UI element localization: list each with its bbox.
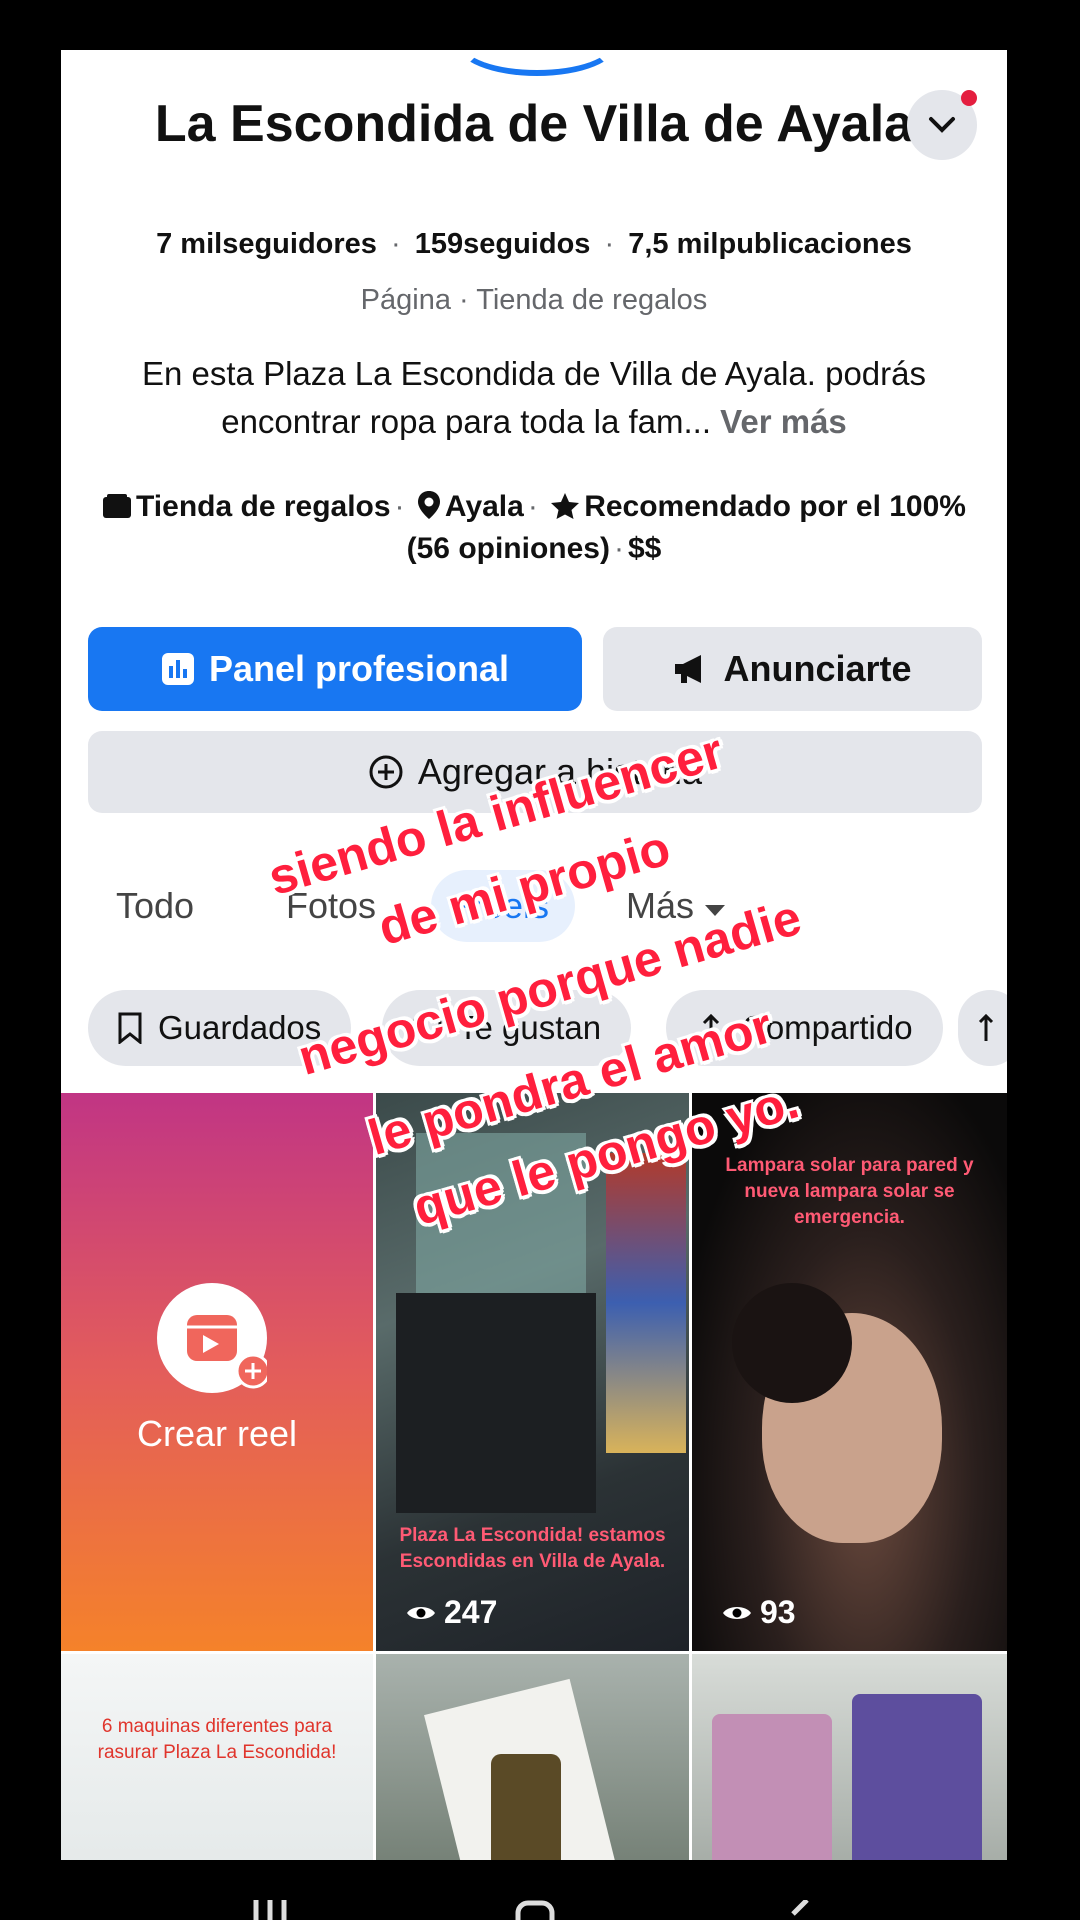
person-hair [732,1283,852,1403]
view-count-value: 93 [760,1594,796,1630]
profile-avatar-edge[interactable] [456,50,618,76]
sort-icon [978,1013,994,1041]
detail-category: Tienda de regalos [136,490,391,523]
advertise-label: Anunciarte [723,648,912,689]
store-icon [103,494,132,518]
chip-liked[interactable]: Te gustan [382,990,632,1066]
add-to-story-button[interactable]: Agregar a historia [88,731,982,813]
page-details: Tienda de regalos · Ayala · Recomendado po… [101,486,967,570]
create-reel-label: Crear reel [136,1413,298,1454]
tab-mas[interactable]: Más [626,870,726,942]
megaphone-icon [675,655,702,683]
chip-shared[interactable]: Compartido [666,990,943,1066]
purple-cup [852,1694,982,1860]
posts-count[interactable]: 7,5 milpublicaciones [628,228,912,260]
detail-location: Ayala [444,490,524,523]
home-icon[interactable] [515,1900,555,1920]
reels-icon [157,1283,271,1393]
pink-cup [712,1714,832,1860]
reel-thumbnail[interactable] [376,1654,689,1860]
chip-more[interactable] [958,990,1007,1066]
system-navigation-bar [0,1860,1080,1920]
heart-icon [412,1014,442,1042]
create-reel-tile[interactable]: Crear reel [61,1093,373,1651]
view-count-value: 247 [444,1594,498,1630]
following-count[interactable]: 159seguidos [415,228,591,260]
followers-count[interactable]: 7 milseguidores [156,228,377,260]
profile-tabs: Todo Fotos Reels Más [61,870,1007,950]
view-count: 247 [406,1594,497,1631]
reel-caption: Plaza La Escondida! estamos Escondidas e… [399,1525,666,1572]
reel-caption: 6 maquinas diferentes para rasurar Plaza… [97,1716,337,1763]
back-icon[interactable] [785,1900,815,1920]
location-pin-icon [417,491,440,519]
page-bio: En esta Plaza La Escondida de Villa de A… [91,350,977,446]
chevron-down-icon [929,117,955,133]
add-circle-icon [369,755,403,789]
professional-dashboard-button[interactable]: Panel profesional [88,627,582,711]
product-item [491,1754,561,1860]
tab-todo[interactable]: Todo [116,870,194,942]
reel-thumbnail[interactable] [692,1654,1007,1860]
star-icon [551,493,580,519]
tab-reels[interactable]: Reels [431,870,576,942]
advertise-button[interactable]: Anunciarte [603,627,982,711]
profile-stats: 7 milseguidores · 159seguidos · 7,5 milp… [156,228,912,260]
page-category: Página · Tienda de regalos [360,284,708,316]
chip-shared-label: Compartido [742,1009,913,1046]
share-icon [697,1013,725,1042]
professional-dashboard-label: Panel profesional [208,648,510,689]
reel-thumbnail[interactable]: Plaza La Escondida! estamos Escondidas e… [376,1093,689,1651]
recent-apps-icon[interactable] [250,1900,290,1920]
profile-screen: La Escondida de Villa de Ayala 7 milsegu… [61,50,1007,1860]
detail-price: $$ [627,532,662,565]
tab-mas-label: Más [626,885,695,926]
page-title: La Escondida de Villa de Ayala [154,95,914,153]
dashboard-icon [161,653,194,685]
reels-grid: Crear reel Plaza La Escondida! estamos E… [61,1093,1007,1860]
toy-packages [606,1153,686,1453]
bookmark-icon [118,1012,142,1044]
view-count: 93 [722,1594,796,1631]
product-box [416,1133,586,1293]
chip-liked-label: Te gustan [458,1009,602,1046]
eye-icon [407,1606,435,1619]
product-device [396,1293,596,1513]
chip-saved[interactable]: Guardados [88,990,352,1066]
reel-thumbnail[interactable]: Lampara solar para pared y nueva lampara… [692,1093,1007,1651]
profile-menu-button[interactable] [907,90,977,160]
eye-icon [723,1606,751,1619]
chip-saved-label: Guardados [158,1009,322,1046]
caret-down-icon [705,905,726,916]
see-more-link[interactable]: Ver más [720,403,847,440]
add-to-story-label: Agregar a historia [417,751,703,792]
reel-caption: Lampara solar para pared y nueva lampara… [725,1155,974,1228]
tab-fotos[interactable]: Fotos [286,870,376,942]
notification-dot [961,90,977,106]
reel-thumbnail[interactable]: 6 maquinas diferentes para rasurar Plaza… [61,1654,373,1860]
